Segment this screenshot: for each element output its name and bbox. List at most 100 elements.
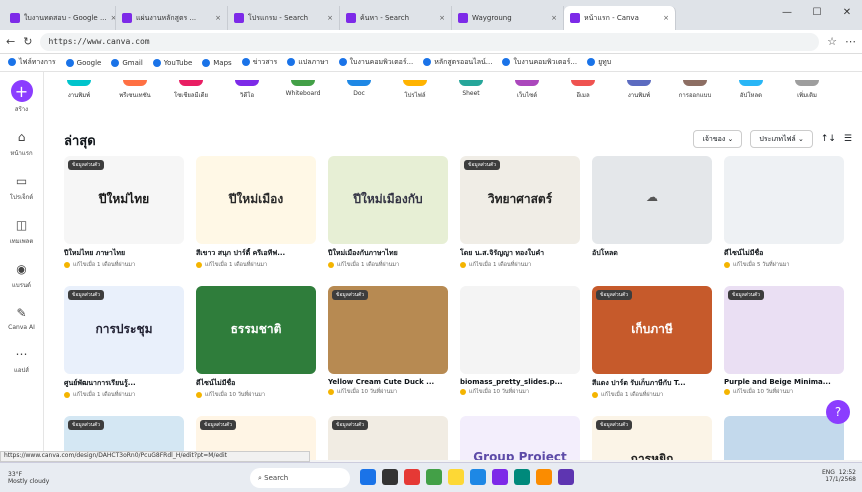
app-icon[interactable]	[558, 469, 574, 485]
minimize-icon[interactable]: —	[772, 0, 802, 24]
quick-create-item[interactable]: Sheet	[446, 80, 496, 97]
close-tab-icon[interactable]: ×	[551, 14, 557, 22]
design-card[interactable]: ☁ อัปโหลด	[592, 156, 712, 259]
bookmark-item[interactable]: ใบงานคอมพิวเตอร์...	[502, 57, 577, 68]
app-icon[interactable]	[514, 469, 530, 485]
url-field[interactable]: https://www.canva.com	[40, 32, 820, 51]
design-card[interactable]: ข้อมูลส่วนตัว การหยิก	[592, 416, 712, 460]
browser-tab[interactable]: แผ่นงานหลักสูตร ... ×	[116, 6, 228, 30]
quick-create-item[interactable]: เว็บไซต์	[502, 80, 552, 100]
quick-create-item[interactable]: โปรไฟล์	[390, 80, 440, 100]
bookmark-item[interactable]: ไฟล์ทางการ	[8, 57, 56, 68]
sidebar-item[interactable]: ◉ แบรนด์	[12, 260, 31, 290]
extensions-icon[interactable]: ⋯	[845, 35, 856, 48]
design-thumbnail[interactable]: ปีใหม่เมืองกับ	[328, 156, 448, 244]
close-tab-icon[interactable]: ×	[439, 14, 445, 22]
bookmark-item[interactable]: ยูทูบ	[587, 57, 611, 68]
sidebar-item[interactable]: ✎ Canva AI	[8, 304, 35, 331]
bookmark-item[interactable]: Maps	[202, 58, 232, 67]
bookmark-item[interactable]: ข่าวสาร	[241, 57, 277, 68]
quick-create-item[interactable]: เพิ่มเติม	[782, 80, 832, 100]
browser-tab[interactable]: โปรแกรม - Search ×	[228, 6, 340, 30]
browser-tab[interactable]: หน้าแรก - Canva ×	[564, 6, 676, 30]
design-card[interactable]: ข้อมูลส่วนตัว	[328, 416, 448, 460]
design-card[interactable]: ดีไซน์ไม่มีชื่อ แก้ไขเมื่อ 5 วันที่ผ่านมา	[724, 156, 844, 269]
maximize-icon[interactable]: ☐	[802, 0, 832, 24]
app-icon[interactable]	[360, 469, 376, 485]
app-icon[interactable]	[426, 469, 442, 485]
taskbar-search[interactable]: ⌕ Search	[250, 468, 350, 488]
design-thumbnail[interactable]	[724, 156, 844, 244]
app-icon[interactable]	[492, 469, 508, 485]
quick-create-item[interactable]: พรีเซนเทชัน	[110, 80, 160, 100]
star-icon[interactable]: ☆	[827, 35, 837, 48]
sidebar-item[interactable]: ◫ เทมเพลต	[10, 216, 34, 246]
close-tab-icon[interactable]: ×	[215, 14, 221, 22]
bookmark-item[interactable]: Google	[65, 58, 101, 67]
bookmark-item[interactable]: ใบงานคอมพิวเตอร์...	[338, 57, 413, 68]
quick-create-item[interactable]: งานพิมพ์	[54, 80, 104, 100]
design-thumbnail[interactable]: ข้อมูลส่วนตัว การประชุม	[64, 286, 184, 374]
type-filter[interactable]: ประเภทไฟล์ ⌄	[750, 130, 813, 148]
quick-create-item[interactable]: โซเชียลมีเดีย	[166, 80, 216, 100]
sidebar-item[interactable]: ⋯ แอปส์	[13, 345, 31, 375]
design-card[interactable]: ข้อมูลส่วนตัว เก็บภาษี สีแดง ปาร์ต รับเก็บ…	[592, 286, 712, 399]
design-thumbnail[interactable]: ปีใหม่เมือง	[196, 156, 316, 244]
app-icon[interactable]	[404, 469, 420, 485]
app-icon[interactable]	[448, 469, 464, 485]
design-card[interactable]: ข้อมูลส่วนตัว การประชุม ศูนย์พัฒนาการเรียน…	[64, 286, 184, 399]
design-card[interactable]: biomass_pretty_slides.p... แก้ไขเมื่อ 10 …	[460, 286, 580, 396]
design-thumbnail[interactable]: ข้อมูลส่วนตัว เก็บภาษี	[592, 286, 712, 374]
design-card[interactable]: ข้อมูลส่วนตัว Purple and Beige Minima... แ…	[724, 286, 844, 396]
close-tab-icon[interactable]: ×	[663, 14, 669, 22]
design-card[interactable]	[724, 416, 844, 460]
design-card[interactable]: ข้อมูลส่วนตัว Yellow Cream Cute Duck ... แ…	[328, 286, 448, 396]
design-thumbnail[interactable]: ข้อมูลส่วนตัว ปีใหม่ไทย	[64, 156, 184, 244]
design-card[interactable]: ข้อมูลส่วนตัว ปีใหม่ไทย ปีใหม่ไทย ภาษาไทยแ…	[64, 156, 184, 269]
help-button[interactable]: ?	[826, 400, 850, 424]
close-tab-icon[interactable]: ×	[327, 14, 333, 22]
quick-create-item[interactable]: วิดีโอ	[222, 80, 272, 100]
bookmark-item[interactable]: แปลภาษา	[287, 57, 329, 68]
sidebar-item[interactable]: ⌂ หน้าแรก	[10, 128, 32, 158]
sort-icon[interactable]: ↑↓	[821, 134, 836, 144]
design-card[interactable]: ปีใหม่เมือง สีเขาว สนุก ปาร์ตี้ ครีเอทีฟ.…	[196, 156, 316, 269]
design-thumbnail[interactable]: ข้อมูลส่วนตัว การหยิก	[592, 416, 712, 460]
browser-tab[interactable]: Waygroung ×	[452, 6, 564, 30]
design-thumbnail[interactable]: ☁	[592, 156, 712, 244]
bookmark-item[interactable]: Gmail	[111, 58, 143, 67]
design-card[interactable]: ธรรมชาติ ดีไซน์ไม่มีชื่อ แก้ไขเมื่อ 10 วัน…	[196, 286, 316, 399]
back-icon[interactable]: ←	[6, 35, 15, 48]
design-card[interactable]: Group Project	[460, 416, 580, 460]
bookmark-item[interactable]: YouTube	[152, 58, 192, 67]
quick-create-item[interactable]: งานพิมพ์	[614, 80, 664, 100]
design-thumbnail[interactable]: ข้อมูลส่วนตัว	[724, 286, 844, 374]
design-thumbnail[interactable]: ข้อมูลส่วนตัว	[328, 416, 448, 460]
design-thumbnail[interactable]: ธรรมชาติ	[196, 286, 316, 374]
quick-create-item[interactable]: อัปโหลด	[726, 80, 776, 100]
weather-widget[interactable]: 33°F Mostly cloudy	[0, 471, 120, 485]
browser-tab[interactable]: ใบงานทดสอบ - Google ... ×	[4, 6, 116, 30]
sidebar-item[interactable]: + สร้าง	[10, 80, 33, 114]
bookmark-item[interactable]: หลักสูตรออนไลน์...	[423, 57, 492, 68]
owner-filter[interactable]: เจ้าของ ⌄	[693, 130, 743, 148]
list-view-icon[interactable]: ☰	[844, 134, 852, 144]
app-icon[interactable]	[470, 469, 486, 485]
quick-create-item[interactable]: การออกแบบ	[670, 80, 720, 100]
browser-tab[interactable]: ค้นหา - Search ×	[340, 6, 452, 30]
reload-icon[interactable]: ↻	[23, 35, 32, 48]
design-thumbnail[interactable]	[724, 416, 844, 460]
design-thumbnail[interactable]	[460, 286, 580, 374]
design-thumbnail[interactable]: ข้อมูลส่วนตัว	[328, 286, 448, 374]
design-thumbnail[interactable]: ข้อมูลส่วนตัว วิทยาศาสตร์	[460, 156, 580, 244]
sidebar-item[interactable]: ▭ โปรเจ็กต์	[10, 172, 33, 202]
design-card[interactable]: ข้อมูลส่วนตัว วิทยาศาสตร์ โดย น.ส.จิรัญญา …	[460, 156, 580, 269]
quick-create-item[interactable]: อีเมล	[558, 80, 608, 100]
app-icon[interactable]	[382, 469, 398, 485]
quick-create-item[interactable]: Whiteboard	[278, 80, 328, 97]
quick-create-item[interactable]: Doc	[334, 80, 384, 97]
app-icon[interactable]	[536, 469, 552, 485]
close-icon[interactable]: ✕	[832, 0, 862, 24]
design-card[interactable]: ปีใหม่เมืองกับ ปีใหม่เมืองกับภาษาไทย แก้ไข…	[328, 156, 448, 269]
design-thumbnail[interactable]: Group Project	[460, 416, 580, 460]
